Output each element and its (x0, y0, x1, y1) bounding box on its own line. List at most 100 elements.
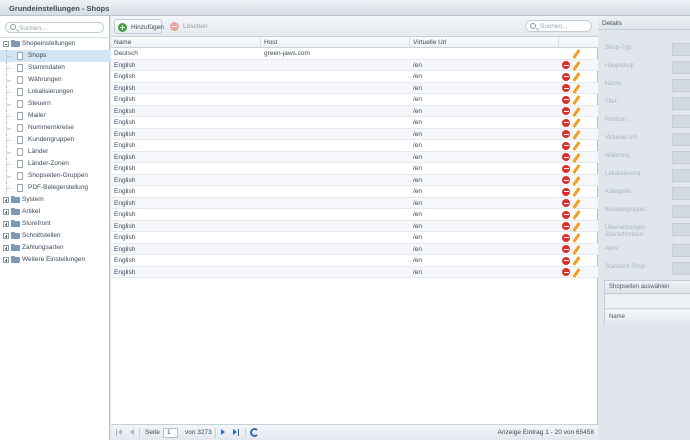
table-row[interactable]: English/en (111, 140, 598, 152)
tree-item-steuern[interactable]: Steuern (0, 98, 110, 110)
shop-pages-search[interactable] (605, 295, 690, 309)
detail-field-input[interactable] (672, 187, 690, 200)
table-row[interactable]: English/en (111, 186, 598, 198)
delete-row-icon[interactable] (562, 107, 570, 115)
tree-item-system[interactable]: System (0, 194, 110, 206)
delete-row-icon[interactable] (562, 118, 570, 127)
delete-row-icon[interactable] (562, 268, 570, 276)
table-row[interactable]: English/en (111, 59, 598, 71)
column-header-virtual-url[interactable]: Virtuelle Url (410, 37, 559, 48)
delete-row-icon[interactable] (562, 176, 570, 184)
delete-row-icon[interactable] (562, 164, 570, 173)
edit-pencil-icon[interactable] (572, 106, 581, 117)
first-page-icon[interactable] (116, 429, 123, 436)
table-row[interactable]: English/en (111, 209, 598, 221)
detail-field-input[interactable] (672, 244, 690, 257)
edit-pencil-icon[interactable] (572, 49, 581, 59)
edit-pencil-icon[interactable] (572, 233, 581, 243)
detail-field-input[interactable] (672, 61, 690, 74)
detail-field-input[interactable] (672, 133, 690, 146)
delete-row-icon[interactable] (562, 245, 570, 253)
table-row[interactable]: English/en (111, 174, 598, 186)
tree-item-storefront[interactable]: Storefront (0, 218, 110, 230)
add-button[interactable]: Hinzufügen (114, 19, 164, 34)
edit-pencil-icon[interactable] (572, 210, 581, 220)
edit-pencil-icon[interactable] (572, 95, 581, 105)
edit-pencil-icon[interactable] (572, 175, 581, 186)
shop-pages-column-name[interactable]: Name (605, 310, 690, 324)
tree-item-länder[interactable]: Länder (0, 146, 110, 158)
delete-row-icon[interactable] (562, 256, 570, 265)
tree-item-schnittstellen[interactable]: Schnittstellen (0, 230, 110, 242)
grid-search-input[interactable]: Suchen... (525, 20, 592, 32)
tree-item-währungen[interactable]: Währungen (0, 74, 110, 86)
edit-pencil-icon[interactable] (572, 164, 581, 174)
table-row[interactable]: English/en (111, 151, 598, 163)
last-page-icon[interactable] (232, 429, 239, 436)
expand-icon[interactable] (3, 257, 9, 263)
table-row[interactable]: English/en (111, 232, 598, 244)
table-row[interactable]: English/en (111, 197, 598, 209)
edit-pencil-icon[interactable] (572, 198, 581, 209)
delete-button[interactable]: Löschen (167, 19, 212, 34)
tree-search-input[interactable]: Suchen... (5, 22, 104, 33)
tree-item-pdf-belegerstellung[interactable]: PDF-Belegerstellung (0, 182, 110, 194)
tree-item-artikel[interactable]: Artikel (0, 206, 110, 218)
edit-pencil-icon[interactable] (572, 152, 581, 163)
detail-field-input[interactable] (672, 115, 690, 128)
tree-item-stammdaten[interactable]: Stammdaten (0, 62, 110, 74)
table-row[interactable]: English/en (111, 220, 598, 232)
delete-row-icon[interactable] (562, 233, 570, 242)
table-row[interactable]: Deutsch green-jaws.com (111, 48, 598, 60)
edit-pencil-icon[interactable] (572, 256, 581, 266)
detail-field-input[interactable] (672, 97, 690, 110)
table-row[interactable]: English/en (111, 82, 598, 94)
table-row[interactable]: English/en (111, 128, 598, 140)
tree-item-zahlungsarten[interactable]: Zahlungsarten (0, 242, 110, 254)
detail-field-input[interactable] (672, 43, 690, 56)
delete-row-icon[interactable] (562, 84, 570, 92)
expand-icon[interactable] (3, 209, 9, 215)
edit-pencil-icon[interactable] (572, 129, 581, 140)
detail-field-input[interactable] (672, 205, 690, 218)
tree-item-shopeinstellungen[interactable]: Shopeinstellungen (0, 38, 110, 50)
delete-row-icon[interactable] (562, 210, 570, 219)
expand-icon[interactable] (3, 221, 9, 227)
detail-field-input[interactable] (672, 223, 690, 236)
tree-item-weitere-einstellungen[interactable]: Weitere Einstellungen (0, 254, 110, 266)
edit-pencil-icon[interactable] (572, 267, 581, 278)
tree-item-kundengruppen[interactable]: Kundengruppen (0, 134, 110, 146)
table-row[interactable]: English/en (111, 255, 598, 267)
table-row[interactable]: English/en (111, 243, 598, 255)
edit-pencil-icon[interactable] (572, 83, 581, 94)
table-row[interactable]: English/en (111, 163, 598, 175)
edit-pencil-icon[interactable] (572, 72, 581, 82)
previous-page-icon[interactable] (129, 429, 136, 436)
edit-pencil-icon[interactable] (572, 60, 581, 71)
delete-row-icon[interactable] (562, 222, 570, 230)
delete-row-icon[interactable] (562, 130, 570, 138)
table-row[interactable]: English/en (111, 105, 598, 117)
collapse-icon[interactable] (3, 41, 9, 47)
table-row[interactable]: English/en (111, 117, 598, 129)
table-row[interactable]: English/en (111, 71, 598, 83)
edit-pencil-icon[interactable] (572, 118, 581, 128)
delete-row-icon[interactable] (562, 199, 570, 207)
detail-field-input[interactable] (672, 169, 690, 182)
edit-pencil-icon[interactable] (572, 221, 581, 232)
page-number-input[interactable]: 1 (163, 428, 178, 438)
delete-row-icon[interactable] (562, 153, 570, 161)
tree-item-nummernkreise[interactable]: Nummernkreise (0, 122, 110, 134)
delete-row-icon[interactable] (562, 72, 570, 81)
detail-field-input[interactable] (672, 151, 690, 164)
table-row[interactable]: English/en (111, 266, 598, 278)
expand-icon[interactable] (3, 197, 9, 203)
tree-item-länder-zonen[interactable]: Länder-Zonen (0, 158, 110, 170)
edit-pencil-icon[interactable] (572, 141, 581, 151)
detail-field-input[interactable] (672, 262, 690, 275)
column-header-name[interactable]: Name (111, 37, 261, 48)
tree-item-shopseiten-gruppen[interactable]: Shopseiten-Gruppen (0, 170, 110, 182)
delete-row-icon[interactable] (562, 187, 570, 196)
delete-row-icon[interactable] (562, 95, 570, 104)
delete-row-icon[interactable] (562, 141, 570, 150)
